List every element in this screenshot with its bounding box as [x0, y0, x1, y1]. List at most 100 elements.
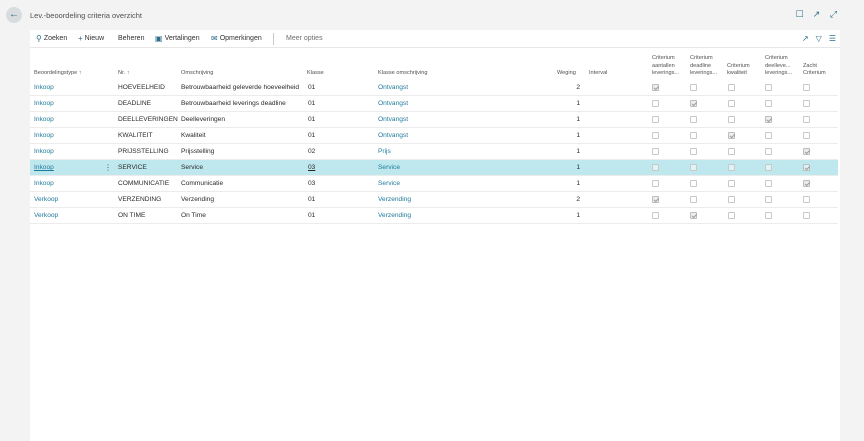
criterion-checkbox[interactable] [690, 148, 697, 155]
criterion-checkbox[interactable] [652, 100, 659, 107]
cell-class-description[interactable]: Service [378, 164, 400, 171]
cell-type[interactable]: Inkoop [34, 100, 54, 107]
cell-type[interactable]: Verkoop [34, 212, 58, 219]
criterion-checkbox[interactable] [652, 212, 659, 219]
header-crit-quality[interactable]: Criterium kwaliteit [727, 63, 750, 78]
cell-type[interactable]: Inkoop [34, 148, 54, 155]
cell-type[interactable]: Inkoop [34, 180, 54, 187]
criterion-checkbox[interactable] [765, 132, 772, 139]
cell-class[interactable]: 01 [308, 84, 315, 91]
criterion-checkbox[interactable] [765, 116, 772, 123]
cell-class-description[interactable]: Prijs [378, 148, 391, 155]
cell-class-description[interactable]: Ontvangst [378, 132, 408, 139]
criterion-checkbox[interactable] [803, 212, 810, 219]
criterion-checkbox[interactable] [690, 180, 697, 187]
criterion-checkbox[interactable] [690, 196, 697, 203]
criterion-checkbox[interactable] [728, 180, 735, 187]
header-type[interactable]: Beoordelingstype ↑ [34, 70, 82, 78]
table-row[interactable]: Inkoop DEELLEVERINGEN Deelleveringen 01 Ontv… [30, 112, 838, 128]
criterion-checkbox[interactable] [803, 180, 810, 187]
header-nr[interactable]: Nr. ↑ [118, 70, 130, 78]
table-row[interactable]: Verkoop ON TIME On Time 01 Verzending 1 [30, 208, 838, 224]
cell-type[interactable]: Inkoop [34, 84, 54, 91]
criterion-checkbox[interactable] [652, 148, 659, 155]
translations-button[interactable]: ▣ Vertalingen [155, 35, 200, 43]
criterion-checkbox[interactable] [728, 84, 735, 91]
cell-class[interactable]: 03 [308, 180, 315, 187]
criterion-checkbox[interactable] [652, 196, 659, 203]
criterion-checkbox[interactable] [728, 196, 735, 203]
table-row[interactable]: Verkoop VERZENDING Verzending 01 Verzending 2 [30, 192, 838, 208]
criterion-checkbox[interactable] [728, 164, 735, 171]
table-row[interactable]: Inkoop SERVICE Service 03 Service 1 ⋮ [30, 160, 838, 176]
criterion-checkbox[interactable] [765, 148, 772, 155]
criterion-checkbox[interactable] [803, 84, 810, 91]
header-class-description[interactable]: Klasse omschrijving [378, 70, 427, 78]
header-weight[interactable]: Weging [557, 70, 576, 78]
header-interval[interactable]: Interval [589, 70, 607, 78]
filter-icon[interactable]: ▽ [816, 34, 822, 43]
criterion-checkbox[interactable] [765, 180, 772, 187]
criterion-checkbox[interactable] [803, 132, 810, 139]
header-soft[interactable]: Zacht Criterium [803, 63, 826, 78]
back-arrow-icon[interactable]: ← [6, 7, 22, 23]
new-button[interactable]: + Nieuw [78, 35, 104, 43]
criterion-checkbox[interactable] [652, 132, 659, 139]
table-row[interactable]: Inkoop PRIJSSTELLING Prijsstelling 02 Prijs 1 [30, 144, 838, 160]
criterion-checkbox[interactable] [728, 100, 735, 107]
cell-class[interactable]: 01 [308, 116, 315, 123]
criterion-checkbox[interactable] [690, 212, 697, 219]
open-new-window-icon[interactable]: ↗ [812, 10, 821, 19]
cell-class[interactable]: 03 [308, 164, 315, 171]
cell-type[interactable]: Inkoop [34, 116, 54, 123]
criterion-checkbox[interactable] [690, 116, 697, 123]
criterion-checkbox[interactable] [652, 84, 659, 91]
criterion-checkbox[interactable] [652, 164, 659, 171]
criterion-checkbox[interactable] [803, 100, 810, 107]
cell-class-description[interactable]: Service [378, 180, 400, 187]
criterion-checkbox[interactable] [765, 164, 772, 171]
criterion-checkbox[interactable] [690, 164, 697, 171]
cell-class[interactable]: 01 [308, 100, 315, 107]
cell-class-description[interactable]: Verzending [378, 212, 411, 219]
criterion-checkbox[interactable] [652, 116, 659, 123]
share-icon[interactable]: ↗ [802, 34, 809, 43]
table-row[interactable]: Inkoop COMMUNICATIE Communicatie 03 Service 1 [30, 176, 838, 192]
table-row[interactable]: Inkoop HOEVEELHEID Betrouwbaarheid gelever… [30, 80, 838, 96]
header-crit-deadline[interactable]: Criterium deadline leverings... [690, 55, 717, 78]
header-crit-count[interactable]: Criterium aantallen leverings... [652, 55, 679, 78]
cell-type[interactable]: Inkoop [34, 164, 54, 171]
cell-type[interactable]: Verkoop [34, 196, 58, 203]
more-options-button[interactable]: Meer opties [286, 35, 323, 42]
criterion-checkbox[interactable] [690, 132, 697, 139]
criterion-checkbox[interactable] [765, 84, 772, 91]
criterion-checkbox[interactable] [728, 116, 735, 123]
header-description[interactable]: Omschrijving [181, 70, 213, 78]
criterion-checkbox[interactable] [728, 148, 735, 155]
row-menu-icon[interactable]: ⋮ [104, 163, 112, 172]
criterion-checkbox[interactable] [728, 212, 735, 219]
list-view-icon[interactable]: ☰ [829, 34, 836, 43]
criterion-checkbox[interactable] [803, 196, 810, 203]
cell-class[interactable]: 01 [308, 212, 315, 219]
criterion-checkbox[interactable] [652, 180, 659, 187]
cell-class[interactable]: 01 [308, 196, 315, 203]
cell-class-description[interactable]: Ontvangst [378, 116, 408, 123]
remarks-button[interactable]: ✉ Opmerkingen [211, 35, 262, 43]
search-button[interactable]: ⚲ Zoeken [36, 35, 67, 43]
cell-class-description[interactable]: Ontvangst [378, 100, 408, 107]
cell-class-description[interactable]: Ontvangst [378, 84, 408, 91]
bookmark-icon[interactable]: ☐ [795, 10, 804, 19]
collapse-icon[interactable]: ⤢ [829, 10, 838, 19]
criterion-checkbox[interactable] [803, 116, 810, 123]
table-row[interactable]: Inkoop KWALITEIT Kwaliteit 01 Ontvangst 1 [30, 128, 838, 144]
header-class[interactable]: Klasse [307, 70, 324, 78]
cell-class[interactable]: 01 [308, 132, 315, 139]
criterion-checkbox[interactable] [803, 148, 810, 155]
criterion-checkbox[interactable] [690, 100, 697, 107]
criterion-checkbox[interactable] [803, 164, 810, 171]
manage-button[interactable]: Beheren [118, 35, 144, 42]
criterion-checkbox[interactable] [728, 132, 735, 139]
criterion-checkbox[interactable] [765, 212, 772, 219]
cell-type[interactable]: Inkoop [34, 132, 54, 139]
